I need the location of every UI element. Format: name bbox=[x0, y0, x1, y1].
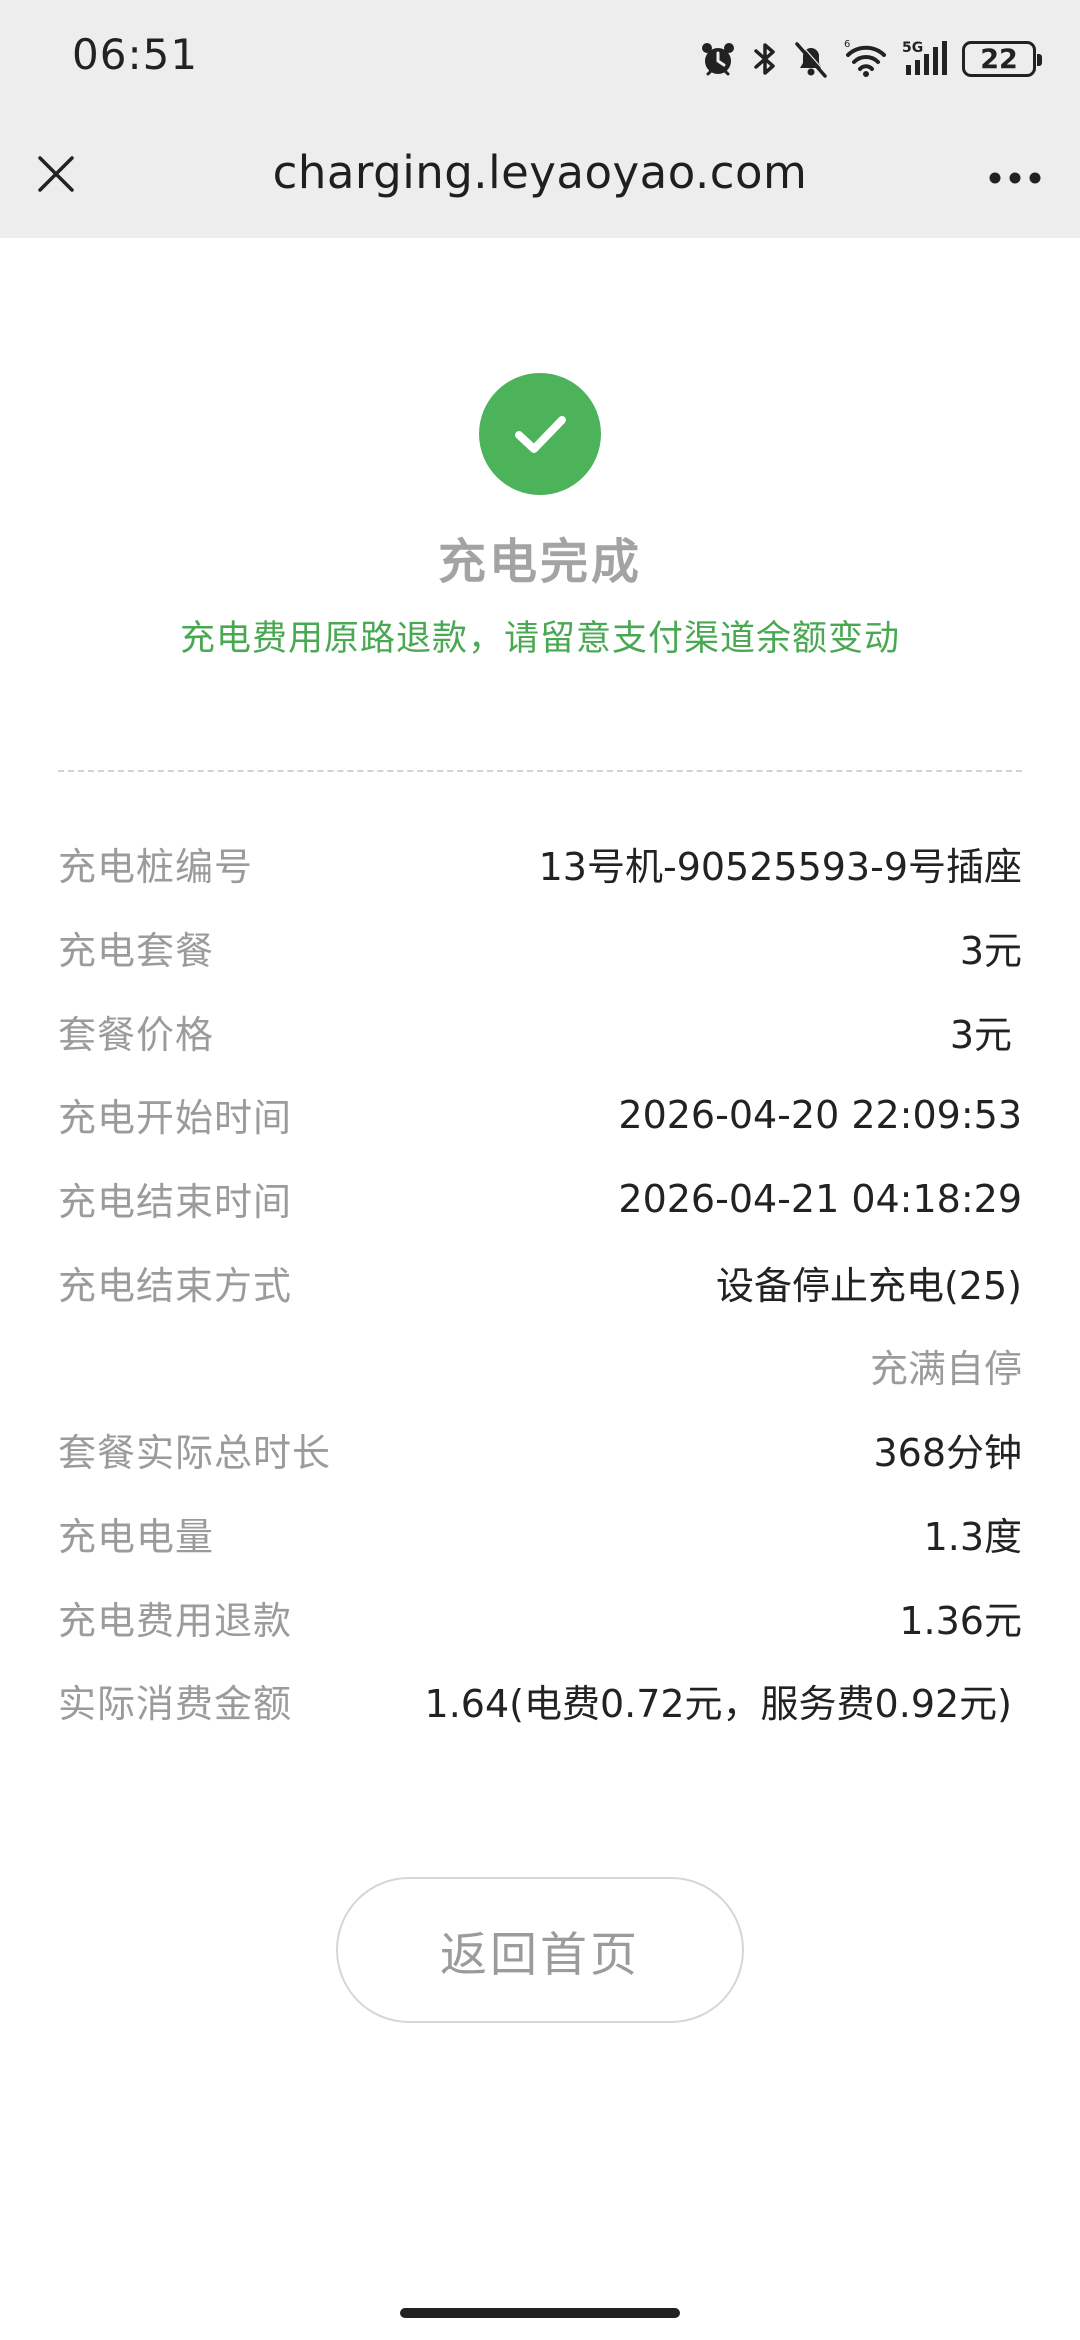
battery-level: 22 bbox=[980, 43, 1018, 75]
check-circle-icon bbox=[479, 373, 601, 495]
alarm-icon bbox=[698, 39, 738, 79]
mute-icon bbox=[792, 39, 830, 79]
page-url-title: charging.leyaoyao.com bbox=[272, 146, 808, 199]
detail-label: 充电套餐 bbox=[58, 929, 215, 974]
detail-label: 充电开始时间 bbox=[58, 1096, 293, 1141]
detail-label: 充电结束时间 bbox=[58, 1180, 293, 1225]
back-to-home-button[interactable]: 返回首页 bbox=[336, 1877, 744, 2023]
top-bar: 06:51 6 5G 22 charging.leyaoyao.com bbox=[0, 0, 1080, 238]
detail-row-package: 充电套餐 3元 bbox=[58, 906, 1022, 990]
detail-row-start-time: 充电开始时间 2026-04-20 22:09:53 bbox=[58, 1073, 1022, 1157]
battery-icon: 22 bbox=[962, 41, 1042, 77]
nav-bar: charging.leyaoyao.com bbox=[0, 120, 1080, 238]
detail-label: 套餐实际总时长 bbox=[58, 1431, 332, 1476]
detail-label: 充电电量 bbox=[58, 1514, 215, 1559]
signal-5g-icon: 5G bbox=[902, 39, 948, 79]
detail-label: 充电桩编号 bbox=[58, 845, 254, 890]
close-icon bbox=[38, 156, 74, 192]
status-bar: 06:51 6 5G 22 bbox=[0, 0, 1080, 120]
detail-row-package-price: 套餐价格 3元 bbox=[58, 989, 1022, 1073]
more-icon bbox=[989, 172, 1041, 184]
bluetooth-icon bbox=[752, 39, 778, 79]
detail-row-actual-cost: 实际消费金额 1.64(电费0.72元，服务费0.92元) bbox=[58, 1659, 1022, 1743]
detail-row-duration: 套餐实际总时长 368分钟 bbox=[58, 1408, 1022, 1492]
detail-value: 1.3度 bbox=[923, 1514, 1022, 1559]
gesture-bar[interactable] bbox=[400, 2308, 680, 2318]
detail-row-refund: 充电费用退款 1.36元 bbox=[58, 1575, 1022, 1659]
detail-row-end-method: 充电结束方式 设备停止充电(25) bbox=[58, 1240, 1022, 1324]
detail-value: 充满自停 bbox=[869, 1347, 1022, 1392]
detail-value: 2026-04-21 04:18:29 bbox=[618, 1176, 1022, 1221]
svg-text:6: 6 bbox=[844, 39, 850, 50]
detail-value: 2026-04-20 22:09:53 bbox=[618, 1092, 1022, 1137]
detail-label: 充电费用退款 bbox=[58, 1598, 293, 1643]
detail-value: 设备停止充电(25) bbox=[715, 1263, 1022, 1308]
order-details: 充电桩编号 13号机-90525593-9号插座 充电套餐 3元 套餐价格 3元… bbox=[58, 822, 1022, 1743]
detail-label: 充电结束方式 bbox=[58, 1263, 293, 1308]
detail-row-pile-number: 充电桩编号 13号机-90525593-9号插座 bbox=[58, 822, 1022, 906]
detail-value: 1.64(电费0.72元，服务费0.92元) bbox=[424, 1682, 1012, 1727]
status-icons: 6 5G 22 bbox=[698, 36, 1042, 82]
detail-value: 3元 bbox=[949, 1012, 1012, 1057]
detail-row-end-reason: 充满自停 bbox=[58, 1324, 1022, 1408]
detail-value: 13号机-90525593-9号插座 bbox=[538, 845, 1022, 890]
detail-value: 368分钟 bbox=[873, 1431, 1022, 1476]
detail-row-end-time: 充电结束时间 2026-04-21 04:18:29 bbox=[58, 1157, 1022, 1241]
detail-row-energy: 充电电量 1.3度 bbox=[58, 1492, 1022, 1576]
svg-text:5G: 5G bbox=[902, 40, 923, 56]
close-button[interactable] bbox=[28, 146, 84, 202]
more-button[interactable] bbox=[980, 150, 1050, 206]
result-title: 充电完成 bbox=[437, 534, 642, 590]
status-time: 06:51 bbox=[72, 30, 199, 79]
result-subtitle: 充电费用原路退款，请留意支付渠道余额变动 bbox=[179, 619, 900, 659]
wifi-icon: 6 bbox=[844, 39, 888, 79]
detail-value: 3元 bbox=[959, 929, 1022, 974]
detail-value: 1.36元 bbox=[899, 1598, 1022, 1643]
detail-label: 套餐价格 bbox=[58, 1012, 215, 1057]
detail-label: 实际消费金额 bbox=[58, 1682, 293, 1727]
dashed-divider bbox=[58, 770, 1022, 772]
